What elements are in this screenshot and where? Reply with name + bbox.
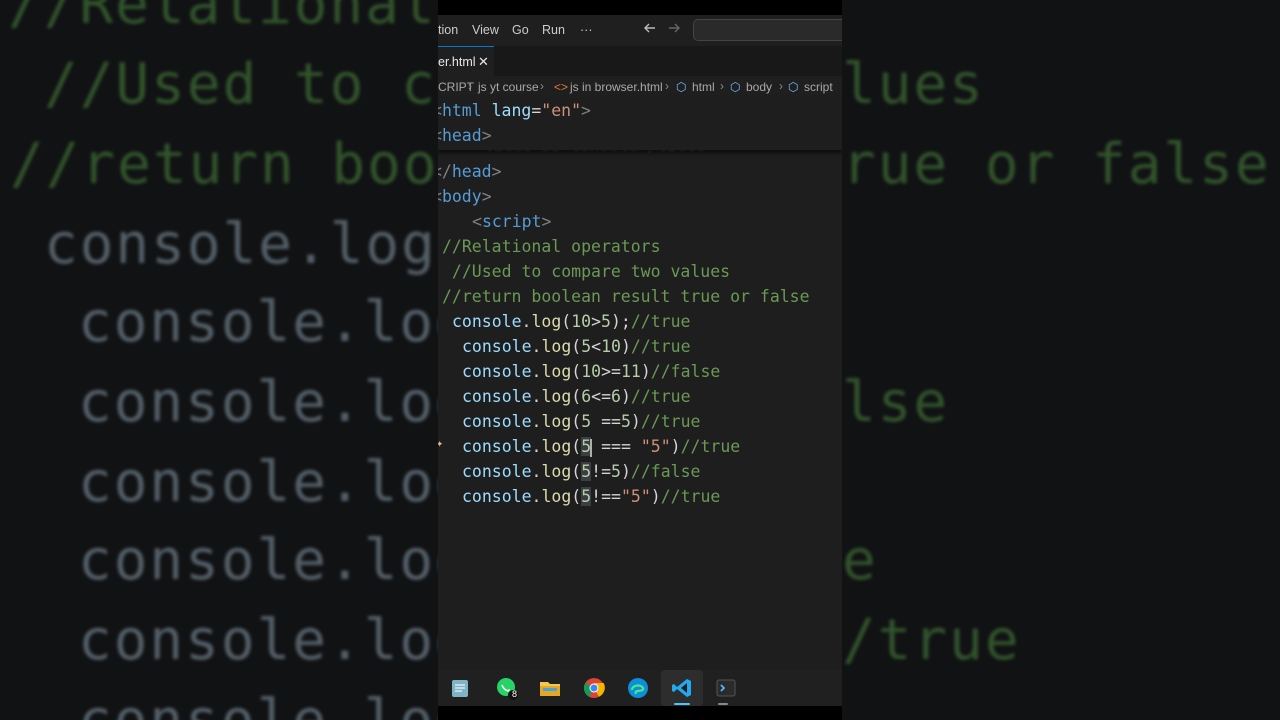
breadcrumb-item[interactable]: html — [692, 80, 715, 94]
element-icon: ⬡ — [788, 80, 799, 94]
bg-line: lse — [842, 370, 950, 435]
active-indicator — [674, 703, 690, 705]
bottom-letterbox — [438, 706, 842, 720]
element-icon: ⬡ — [676, 80, 687, 94]
code-line: <script> — [472, 212, 552, 231]
bg-line: console.log — [78, 290, 471, 355]
vscode-icon[interactable] — [668, 674, 696, 702]
menu-run[interactable]: Run — [542, 23, 565, 37]
chevron-right-icon: › — [540, 79, 544, 93]
breadcrumb-item[interactable]: script — [804, 80, 833, 94]
arrow-right-icon[interactable] — [667, 21, 681, 38]
bg-line: //Relational — [8, 0, 437, 37]
running-indicator — [718, 703, 728, 705]
breadcrumb-item[interactable]: js yt course — [478, 80, 539, 94]
code-comment: //Relational operators — [442, 237, 661, 256]
code-line: <body> — [438, 187, 492, 206]
bg-line: console.log( — [44, 212, 473, 277]
lightbulb-icon[interactable]: ✦ — [438, 436, 443, 450]
code-line: console.log(5<10)//true — [462, 337, 691, 356]
bg-line: rue or false — [842, 132, 1271, 197]
chevron-right-icon: › — [779, 79, 783, 93]
code-line: console.log(10>=11)//false — [462, 362, 721, 381]
chrome-icon[interactable] — [580, 674, 608, 702]
tab-bar: er.html ✕ — [438, 46, 842, 77]
edge-icon[interactable] — [624, 674, 652, 702]
code-line: </head> — [438, 162, 502, 181]
chevron-right-icon: › — [468, 79, 472, 93]
bg-line: console.log — [78, 528, 471, 593]
chevron-right-icon: › — [665, 79, 669, 93]
code-line-current: console.log(5 === "5")//true — [462, 437, 741, 457]
bg-line: console.log — [78, 450, 471, 515]
close-icon[interactable]: ✕ — [478, 54, 489, 70]
command-center-search[interactable] — [693, 19, 842, 41]
bg-line: console.log — [78, 608, 471, 673]
bg-line: //Used to co — [44, 52, 473, 117]
tab-label: er.html — [438, 55, 476, 69]
tab-js-in-browser[interactable]: er.html ✕ — [438, 46, 494, 77]
code-line: console.log(10>5);//true — [452, 312, 691, 331]
top-letterbox — [438, 0, 842, 15]
menu-more[interactable]: ··· — [580, 23, 593, 37]
code-line: console.log(6<=6)//true — [462, 387, 691, 406]
code-comment: //return boolean result true or false — [442, 287, 810, 306]
sticky-scroll: <html lang="en"> <head> — [438, 98, 842, 150]
code-line: <head> — [438, 126, 492, 145]
code-line: console.log(5 ==5)//true — [462, 412, 701, 431]
menu-view[interactable]: View — [472, 23, 499, 37]
windows-taskbar: 8 — [438, 670, 842, 706]
arrow-left-icon[interactable] — [643, 21, 657, 38]
vscode-window: tion View Go Run ··· er.html ✕ CRIPT › j… — [438, 0, 842, 720]
terminal-icon[interactable] — [712, 674, 740, 702]
file-explorer-icon[interactable] — [536, 674, 564, 702]
breadcrumb-item[interactable]: body — [746, 80, 772, 94]
bg-line: /true — [842, 608, 1021, 673]
breadcrumb: CRIPT › js yt course › <> js in browser.… — [438, 76, 842, 98]
html-file-icon: <> — [554, 80, 569, 94]
notification-badge: 8 — [512, 689, 518, 699]
title-bar: tion View Go Run ··· — [438, 15, 842, 46]
notepad-icon[interactable] — [446, 674, 474, 702]
code-line: <html lang="en"> — [438, 101, 591, 120]
bg-line: console.log — [78, 688, 471, 720]
bg-line: e — [842, 528, 878, 593]
bg-line: console.log — [78, 370, 471, 435]
bg-line: //return bool — [10, 132, 475, 197]
whatsapp-icon[interactable]: 8 — [492, 674, 520, 702]
code-line: console.log(5!=="5")//true — [462, 487, 721, 506]
chevron-right-icon: › — [720, 79, 724, 93]
menu-go[interactable]: Go — [512, 23, 529, 37]
breadcrumb-item[interactable]: js in browser.html — [570, 80, 663, 94]
menu-selection[interactable]: tion — [438, 23, 458, 37]
bg-line: lues — [842, 52, 985, 117]
code-comment: //Used to compare two values — [442, 262, 731, 281]
element-icon: ⬡ — [730, 80, 741, 94]
code-editor[interactable]: <html lang="en"> <head> <title>JS Consol… — [438, 98, 842, 650]
code-line: console.log(5!=5)//false — [462, 462, 701, 481]
